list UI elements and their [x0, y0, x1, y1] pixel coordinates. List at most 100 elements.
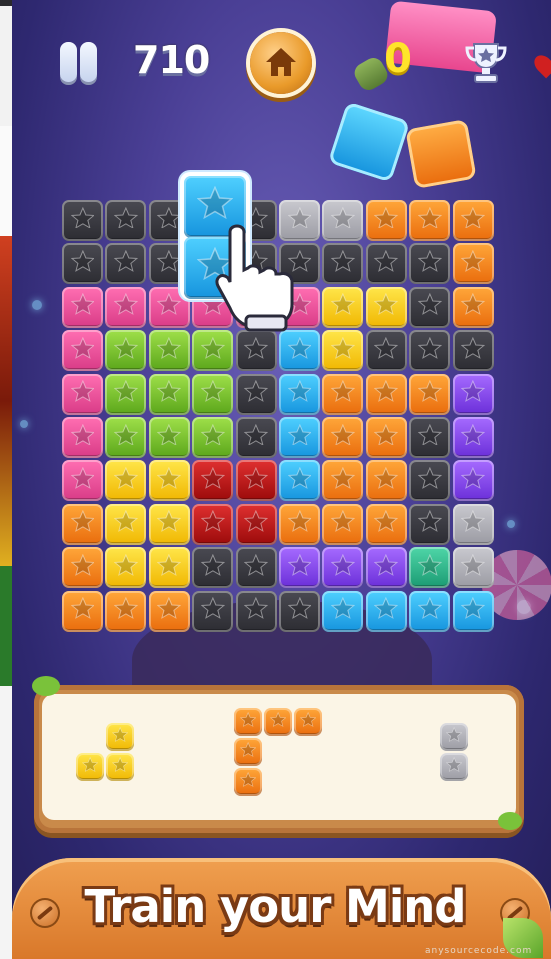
- star-icon: [200, 336, 225, 359]
- board-cell: [148, 417, 190, 458]
- board-cell: [62, 503, 103, 545]
- star-icon: [461, 466, 485, 489]
- star-icon: [287, 423, 312, 446]
- star-icon: [417, 510, 442, 533]
- board-cell: [62, 243, 103, 285]
- star-icon: [70, 510, 95, 533]
- star-icon: [417, 553, 442, 576]
- star-icon: [374, 206, 399, 229]
- board-cell: [409, 286, 451, 328]
- board-cell: [235, 417, 277, 458]
- star-icon: [417, 380, 442, 402]
- board-cell: [279, 590, 320, 632]
- star-icon: [331, 336, 355, 359]
- board-cell: [452, 460, 494, 502]
- star-icon: [157, 466, 182, 489]
- board-cell: [62, 460, 103, 502]
- star-icon: [70, 597, 95, 619]
- star-icon: [287, 336, 312, 359]
- board-cell: [322, 590, 364, 632]
- tray-leaf-decoration: [498, 812, 522, 830]
- star-icon: [157, 423, 182, 446]
- tray-piece-cell: [440, 753, 468, 781]
- star-icon: [111, 757, 129, 773]
- star-icon: [374, 293, 399, 316]
- star-icon: [114, 510, 138, 533]
- board-cell: [365, 330, 407, 372]
- board-cell: [365, 243, 407, 285]
- board-cell: [62, 286, 103, 328]
- star-icon: [70, 293, 95, 316]
- star-icon: [417, 423, 442, 446]
- board-cell: [409, 460, 451, 502]
- board-cell: [322, 243, 364, 285]
- star-icon: [331, 510, 355, 533]
- star-icon: [239, 712, 257, 728]
- board-cell: [105, 547, 147, 589]
- star-icon: [331, 553, 355, 576]
- board-cell: [322, 330, 364, 372]
- star-icon: [417, 466, 442, 489]
- background-app-strip: [0, 0, 12, 959]
- star-icon: [374, 553, 399, 576]
- star-icon: [114, 466, 138, 489]
- star-icon: [70, 206, 95, 229]
- star-icon: [200, 380, 225, 402]
- board-cell: [279, 460, 320, 502]
- board-cell: [235, 503, 277, 545]
- star-icon: [461, 206, 485, 229]
- star-icon: [157, 293, 182, 316]
- star-icon: [114, 249, 138, 272]
- trophy-button[interactable]: [462, 38, 510, 86]
- screw-left-icon: [30, 898, 60, 928]
- tray-piece-cell: [264, 708, 292, 736]
- star-icon: [331, 249, 355, 272]
- board-cell: [105, 286, 147, 328]
- star-icon: [417, 249, 442, 272]
- star-icon: [461, 553, 485, 576]
- pause-button[interactable]: [50, 42, 97, 84]
- star-icon: [70, 423, 95, 446]
- score-value: 710: [133, 38, 210, 82]
- board-cell: [62, 330, 103, 372]
- star-icon: [200, 423, 225, 446]
- board-cell: [148, 503, 190, 545]
- tray-piece-cell: [106, 723, 134, 751]
- star-icon: [461, 510, 485, 533]
- board-cell: [452, 373, 494, 415]
- star-icon: [114, 293, 138, 316]
- board-cell: [365, 460, 407, 502]
- board-cell: [192, 460, 234, 502]
- star-icon: [445, 727, 463, 743]
- board-cell: [452, 243, 494, 285]
- tray-piece-cell: [234, 738, 262, 766]
- tray-piece-cell: [440, 723, 468, 751]
- board-cell: [148, 460, 190, 502]
- board-cell: [409, 417, 451, 458]
- star-icon: [374, 466, 399, 489]
- star-icon: [111, 727, 129, 743]
- star-icon: [287, 510, 312, 533]
- board-cell: [105, 503, 147, 545]
- star-icon: [374, 249, 399, 272]
- home-button[interactable]: [250, 32, 312, 94]
- star-icon: [157, 336, 182, 359]
- star-icon: [331, 380, 355, 402]
- board-cell: [148, 590, 190, 632]
- star-icon: [114, 553, 138, 576]
- board-cell: [62, 417, 103, 458]
- board-cell: [452, 330, 494, 372]
- star-icon: [70, 249, 95, 272]
- board-cell: [365, 590, 407, 632]
- board-cell: [322, 547, 364, 589]
- star-icon: [70, 380, 95, 402]
- board-cell: [192, 503, 234, 545]
- board-cell: [365, 547, 407, 589]
- star-icon: [417, 336, 442, 359]
- star-icon: [114, 206, 138, 229]
- board-cell: [62, 547, 103, 589]
- board-cell: [192, 373, 234, 415]
- tray-piece-cell: [294, 708, 322, 736]
- board-cell: [322, 200, 364, 241]
- star-icon: [200, 466, 225, 489]
